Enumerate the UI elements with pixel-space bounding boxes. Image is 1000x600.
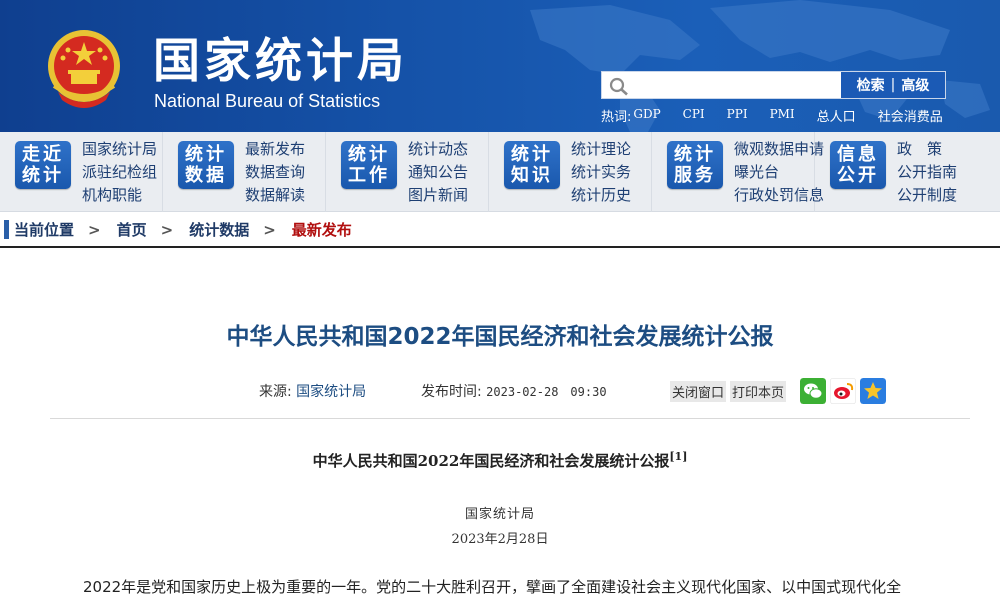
document-paragraph: 2022年是党和国家历史上极为重要的一年。党的二十大胜利召开，擘画了全面建设社会…: [83, 578, 902, 596]
chevron-right-icon: >: [88, 220, 101, 239]
nav-link[interactable]: 统计实务: [571, 161, 631, 184]
close-window-button[interactable]: 关闭窗口: [670, 381, 727, 402]
nav-group-about: 走近 统计 国家统计局 派驻纪检组 机构职能: [0, 132, 163, 212]
nav-link[interactable]: 最新发布: [245, 138, 305, 161]
hotword-cpi[interactable]: CPI: [683, 107, 705, 125]
hotword-gdp[interactable]: GDP: [633, 107, 660, 125]
footnote-ref[interactable]: [1]: [669, 450, 687, 463]
wechat-icon[interactable]: [800, 378, 826, 404]
site-title: 国家统计局: [153, 34, 408, 89]
nav-links-about: 国家统计局 派驻纪检组 机构职能: [82, 138, 157, 207]
search-button[interactable]: 检索: [857, 75, 885, 95]
hotword-pmi[interactable]: PMI: [770, 107, 795, 125]
nav-links-service: 微观数据申请 曝光台 行政处罚信息: [734, 138, 824, 207]
main-nav: 走近 统计 国家统计局 派驻纪检组 机构职能 统计 数据 最新发布 数据查询 数据解…: [0, 132, 1000, 212]
nav-group-disclosure: 信息 公开 政 策 公开指南 公开制度: [815, 132, 978, 212]
search-icon: [609, 77, 628, 96]
nav-link[interactable]: 公开制度: [897, 184, 957, 207]
article-title: 中华人民共和国2022年国民经济和社会发展统计公报: [226, 324, 774, 350]
nav-link[interactable]: 图片新闻: [408, 184, 468, 207]
nav-tile-service[interactable]: 统计 服务: [667, 141, 723, 189]
hotwords-bar: 热词: GDP CPI PPI PMI 总人口 社会消费品: [601, 106, 965, 125]
nav-link[interactable]: 行政处罚信息: [734, 184, 824, 207]
search-divider: |: [890, 77, 896, 93]
nav-link[interactable]: 国家统计局: [82, 138, 157, 161]
nav-group-work: 统计 工作 统计动态 通知公告 图片新闻: [326, 132, 489, 212]
breadcrumb: 当前位置 > 首页 > 统计数据 > 最新发布: [0, 213, 1000, 248]
document-issuer: 国家统计局: [464, 507, 535, 522]
chevron-right-icon: >: [160, 220, 174, 239]
search-input[interactable]: [632, 72, 842, 98]
breadcrumb-home[interactable]: 首页: [117, 219, 147, 240]
nav-tile-disclosure[interactable]: 信息 公开: [830, 141, 886, 189]
nav-link[interactable]: 统计理论: [571, 138, 631, 161]
share-bar: [800, 378, 886, 404]
nav-tile-about[interactable]: 走近 统计: [15, 141, 71, 189]
nav-link[interactable]: 曝光台: [734, 161, 824, 184]
nav-links-work: 统计动态 通知公告 图片新闻: [408, 138, 468, 207]
nav-link[interactable]: 派驻纪检组: [82, 161, 157, 184]
nav-link[interactable]: 微观数据申请: [734, 138, 824, 161]
breadcrumb-current[interactable]: 最新发布: [292, 219, 352, 240]
print-page-button[interactable]: 打印本页: [730, 381, 787, 402]
nav-group-knowledge: 统计 知识 统计理论 统计实务 统计历史: [489, 132, 652, 212]
search-actions: 检索 | 高级: [841, 72, 945, 98]
nav-link[interactable]: 政 策: [897, 138, 957, 161]
nav-link[interactable]: 机构职能: [82, 184, 157, 207]
weibo-icon[interactable]: [830, 378, 856, 404]
publish-time-label: 发布时间:: [421, 384, 482, 400]
site-header: 国家统计局 National Bureau of Statistics 检索 |…: [0, 0, 1000, 132]
favorite-star-icon[interactable]: [860, 378, 886, 404]
nav-link[interactable]: 公开指南: [897, 161, 957, 184]
nav-link[interactable]: 数据查询: [245, 161, 305, 184]
nav-group-data: 统计 数据 最新发布 数据查询 数据解读: [163, 132, 326, 212]
nav-link[interactable]: 通知公告: [408, 161, 468, 184]
document-title: 中华人民共和国2022年国民经济和社会发展统计公报[1]: [0, 450, 1000, 471]
document-title-text: 中华人民共和国2022年国民经济和社会发展统计公报: [312, 452, 670, 470]
nav-link[interactable]: 统计动态: [408, 138, 468, 161]
breadcrumb-label: 当前位置: [14, 221, 75, 239]
nav-link[interactable]: 数据解读: [245, 184, 305, 207]
hotwords-label: 热词:: [601, 110, 632, 125]
article-tools: 关闭窗口 打印本页: [670, 381, 787, 402]
hotword-population[interactable]: 总人口: [817, 106, 856, 125]
nav-link[interactable]: 统计历史: [571, 184, 631, 207]
hotword-retail-sales[interactable]: 社会消费品: [878, 106, 943, 125]
meta-divider: [50, 418, 970, 419]
national-emblem-logo: [48, 30, 120, 108]
nav-tile-data[interactable]: 统计 数据: [178, 141, 234, 189]
nav-tile-knowledge[interactable]: 统计 知识: [504, 141, 560, 189]
source-label: 来源:: [259, 384, 292, 400]
nav-group-service: 统计 服务 微观数据申请 曝光台 行政处罚信息: [652, 132, 824, 212]
nav-links-data: 最新发布 数据查询 数据解读: [245, 138, 305, 207]
breadcrumb-marker: [4, 220, 9, 239]
source-link[interactable]: 国家统计局: [296, 384, 366, 400]
nav-links-disclosure: 政 策 公开指南 公开制度: [897, 138, 957, 207]
publish-time: 发布时间: 2023-02-28 09:30: [421, 381, 607, 401]
document-date: 2023年2月28日: [451, 532, 549, 547]
site-title-english: National Bureau of Statistics: [154, 91, 381, 111]
publish-time-value: 2023-02-28 09:30: [486, 385, 607, 399]
search-bar: 检索 | 高级: [601, 71, 946, 99]
breadcrumb-statistics-data[interactable]: 统计数据: [189, 219, 249, 240]
nav-tile-work[interactable]: 统计 工作: [341, 141, 397, 189]
hotword-ppi[interactable]: PPI: [727, 107, 748, 125]
article-source: 来源: 国家统计局: [259, 381, 366, 401]
nav-links-knowledge: 统计理论 统计实务 统计历史: [571, 138, 631, 207]
chevron-right-icon: >: [263, 220, 276, 239]
advanced-search-button[interactable]: 高级: [901, 75, 929, 95]
